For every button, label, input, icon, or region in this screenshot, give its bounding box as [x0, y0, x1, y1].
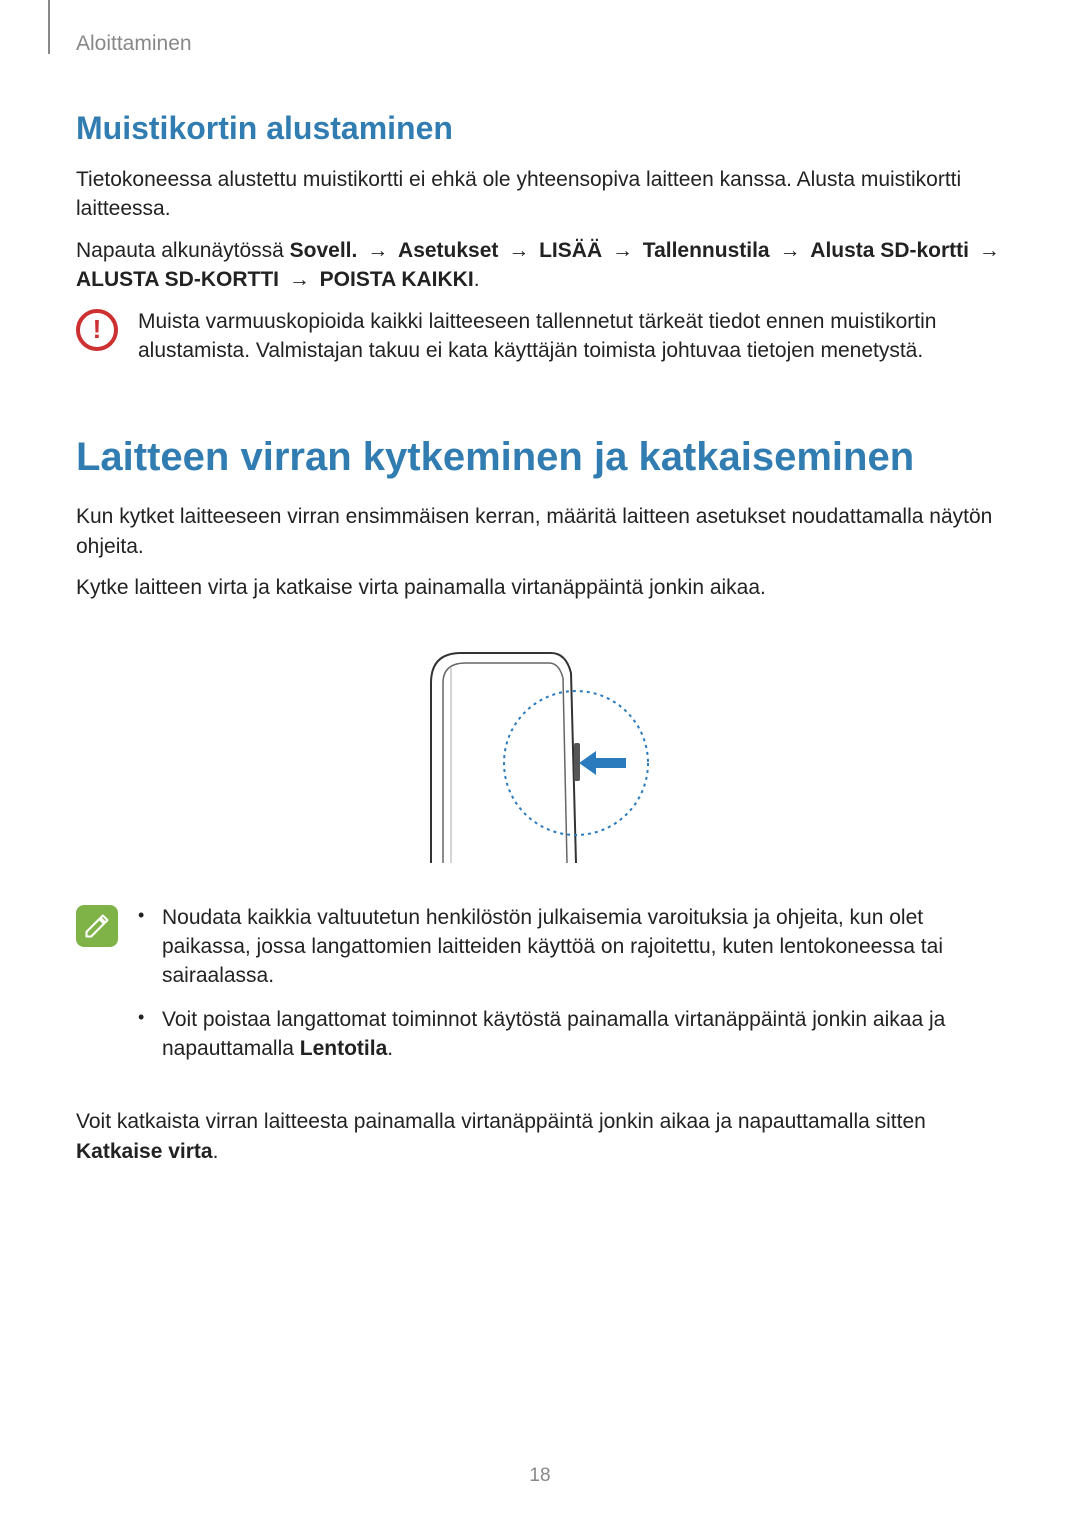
- page-number: 18: [0, 1465, 1080, 1487]
- power-off-text: Voit katkaista virran laitteesta painama…: [76, 1107, 1006, 1166]
- note-callout: Noudata kaikkia valtuutetun henkilöstön …: [76, 903, 1006, 1090]
- arrow-icon: →: [285, 268, 314, 291]
- path-settings: Asetukset: [398, 239, 498, 262]
- warning-text: Muista varmuuskopioida kaikki laitteesee…: [138, 307, 1006, 366]
- note-bullet-restricted: Noudata kaikkia valtuutetun henkilöstön …: [138, 903, 1006, 991]
- warning-callout: ! Muista varmuuskopioida kaikki laittees…: [76, 307, 1006, 366]
- format-path-text: Napauta alkunäytössä Sovell. → Asetukset…: [76, 236, 1006, 295]
- warning-icon: !: [76, 309, 118, 351]
- note-icon: [76, 905, 118, 947]
- path-format-sd: Alusta SD-kortti: [810, 239, 969, 262]
- path-format-sd-confirm: ALUSTA SD-KORTTI: [76, 268, 279, 291]
- arrow-icon: →: [363, 239, 392, 262]
- path-delete-all: POISTA KAIKKI: [320, 268, 474, 291]
- arrow-icon: →: [775, 239, 804, 262]
- page-content: Muistikortin alustaminen Tietokoneessa a…: [76, 110, 1006, 1178]
- page-margin-rule: [48, 0, 50, 54]
- path-storage: Tallennustila: [643, 239, 770, 262]
- path-more: LISÄÄ: [539, 239, 602, 262]
- text-prefix: Voit katkaista virran laitteesta painama…: [76, 1110, 926, 1133]
- power-first-use-text: Kun kytket laitteeseen virran ensimmäise…: [76, 502, 1006, 561]
- text-prefix: Napauta alkunäytössä: [76, 239, 290, 262]
- section-heading-format: Muistikortin alustaminen: [76, 110, 1006, 147]
- power-off-label: Katkaise virta: [76, 1140, 213, 1163]
- note-bullet-list: Noudata kaikkia valtuutetun henkilöstön …: [138, 903, 1006, 1078]
- format-intro-text: Tietokoneessa alustettu muistikortti ei …: [76, 165, 1006, 224]
- chapter-name: Aloittaminen: [76, 32, 192, 56]
- note-bullet-flight-mode: Voit poistaa langattomat toiminnot käytö…: [138, 1005, 1006, 1064]
- text-prefix: Voit poistaa langattomat toiminnot käytö…: [162, 1008, 945, 1060]
- section-heading-power: Laitteen virran kytkeminen ja katkaisemi…: [76, 435, 1006, 480]
- arrow-icon: →: [608, 239, 637, 262]
- power-toggle-text: Kytke laitteen virta ja katkaise virta p…: [76, 573, 1006, 602]
- device-power-button-figure: [76, 633, 1006, 873]
- path-apps: Sovell.: [290, 239, 358, 262]
- arrow-icon: →: [504, 239, 533, 262]
- arrow-icon: →: [975, 239, 1004, 262]
- flight-mode-label: Lentotila: [300, 1037, 388, 1060]
